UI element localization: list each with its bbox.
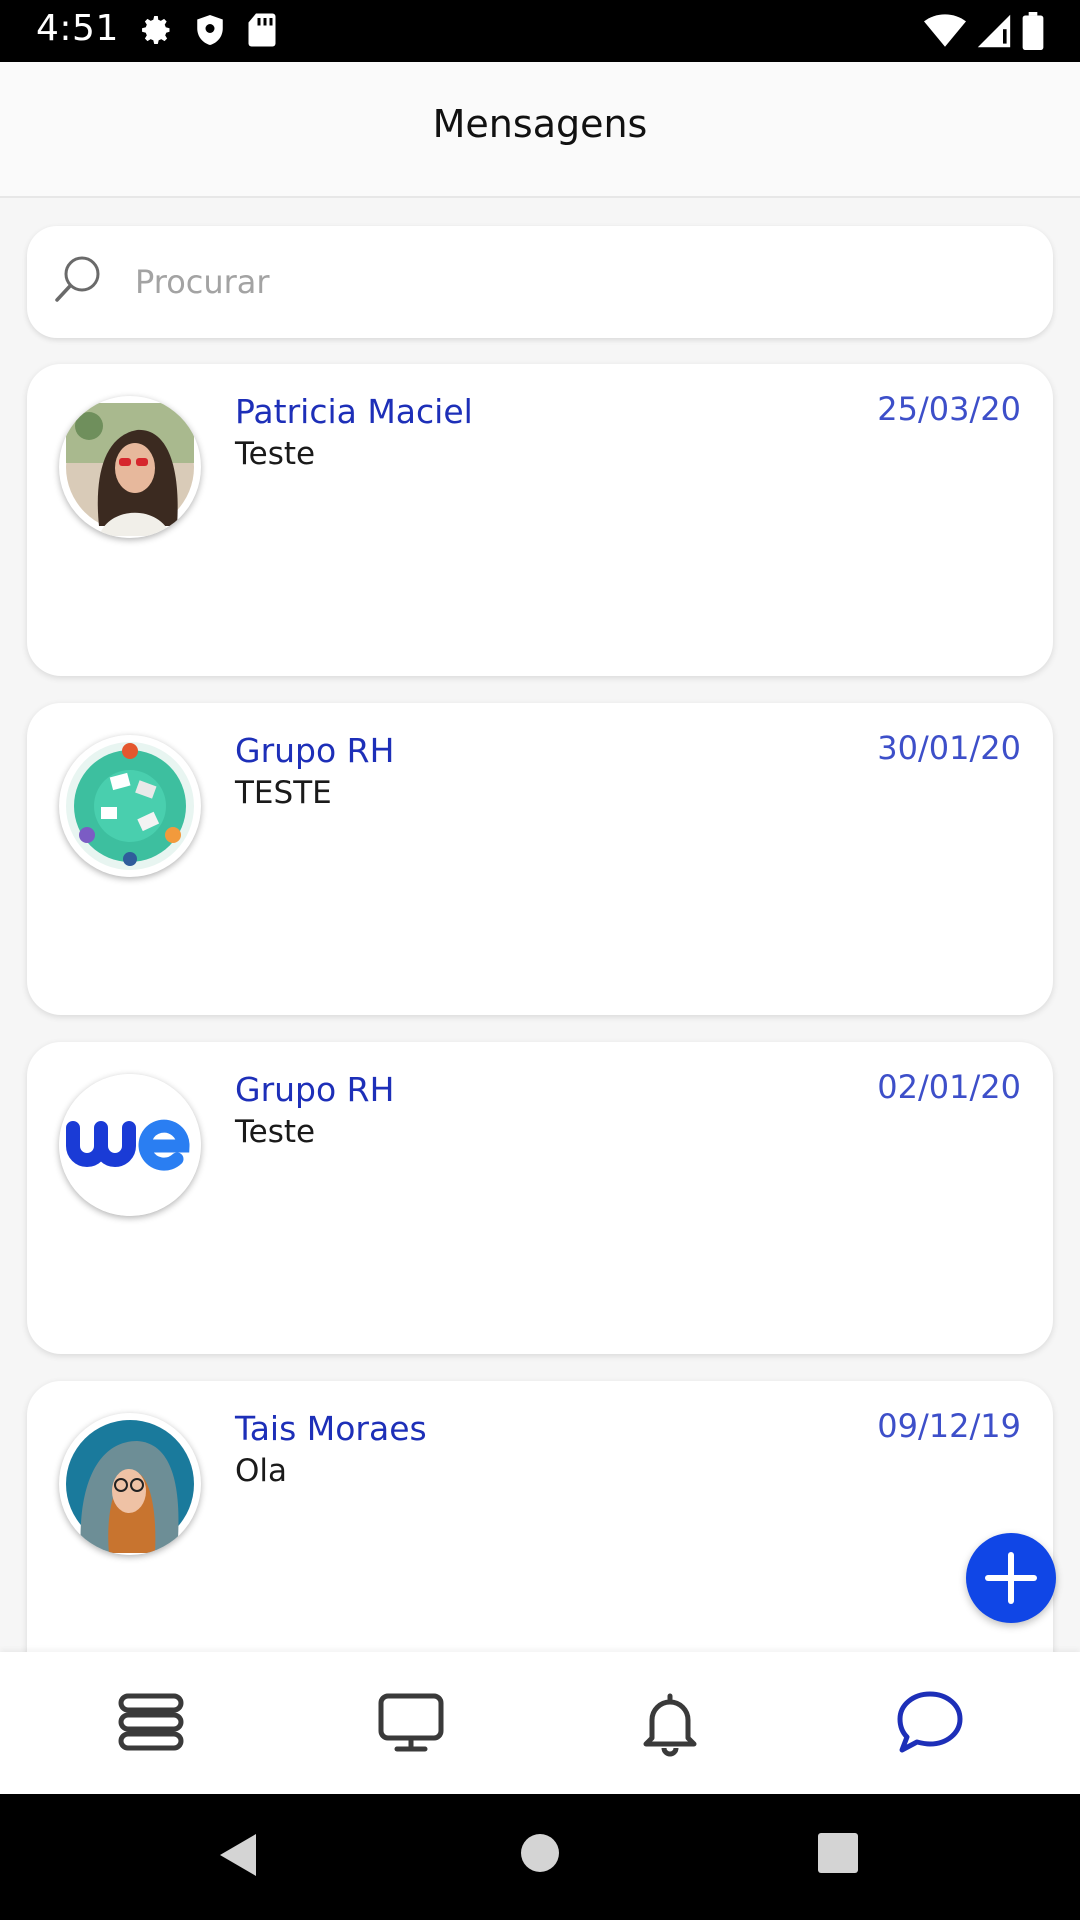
shield-icon (197, 15, 223, 45)
avatar (59, 396, 201, 538)
settings-icon (142, 16, 170, 44)
status-bar: 4:51 (0, 0, 1080, 62)
battery-icon (1022, 12, 1044, 50)
contact-name: Grupo RH (235, 731, 395, 770)
bottom-nav (0, 1652, 1080, 1794)
plus-icon (985, 1552, 1037, 1604)
contact-name: Patricia Maciel (235, 392, 473, 431)
wifi-icon (924, 14, 966, 47)
message-date: 25/03/20 (877, 390, 1021, 428)
message-preview: Ola (235, 1453, 288, 1489)
chat-icon (897, 1691, 963, 1753)
message-preview: Teste (235, 1114, 316, 1150)
contact-name: Tais Moraes (235, 1409, 427, 1448)
status-icons-left (138, 12, 278, 48)
stack-icon (118, 1693, 184, 1751)
message-preview: Teste (235, 436, 316, 472)
message-date: 09/12/19 (877, 1407, 1021, 1445)
new-message-button[interactable] (966, 1533, 1056, 1623)
avatar (59, 735, 201, 877)
status-icons-right (924, 12, 1044, 50)
message-preview: TESTE (235, 775, 332, 811)
search-input[interactable] (135, 226, 1015, 338)
message-date: 30/01/20 (877, 729, 1021, 767)
message-date: 02/01/20 (877, 1068, 1021, 1106)
search-icon (55, 256, 100, 302)
conversation-card[interactable]: Tais Moraes 09/12/19 Ola (27, 1381, 1053, 1693)
status-time: 4:51 (36, 8, 119, 49)
back-icon[interactable] (214, 1830, 260, 1880)
search-bar[interactable] (27, 226, 1053, 338)
nav-notifications-button[interactable] (630, 1682, 710, 1762)
bell-icon (643, 1693, 697, 1757)
conversation-card[interactable]: Grupo RH 02/01/20 Teste (27, 1042, 1053, 1354)
system-nav-bar (0, 1794, 1080, 1920)
nav-messages-button[interactable] (890, 1682, 970, 1762)
sd-card-icon (248, 13, 276, 47)
app-header: Mensagens (0, 62, 1080, 198)
avatar (59, 1074, 201, 1216)
signal-icon (977, 14, 1011, 48)
nav-monitor-button[interactable] (371, 1682, 451, 1762)
page-title: Mensagens (432, 102, 648, 146)
conversation-card[interactable]: Grupo RH 30/01/20 TESTE (27, 703, 1053, 1015)
contact-name: Grupo RH (235, 1070, 395, 1109)
recents-icon[interactable] (816, 1831, 860, 1875)
home-icon[interactable] (518, 1831, 562, 1875)
conversation-card[interactable]: Patricia Maciel 25/03/20 Teste (27, 364, 1053, 676)
nav-feed-button[interactable] (111, 1682, 191, 1762)
monitor-icon (378, 1693, 444, 1752)
avatar (59, 1413, 201, 1555)
